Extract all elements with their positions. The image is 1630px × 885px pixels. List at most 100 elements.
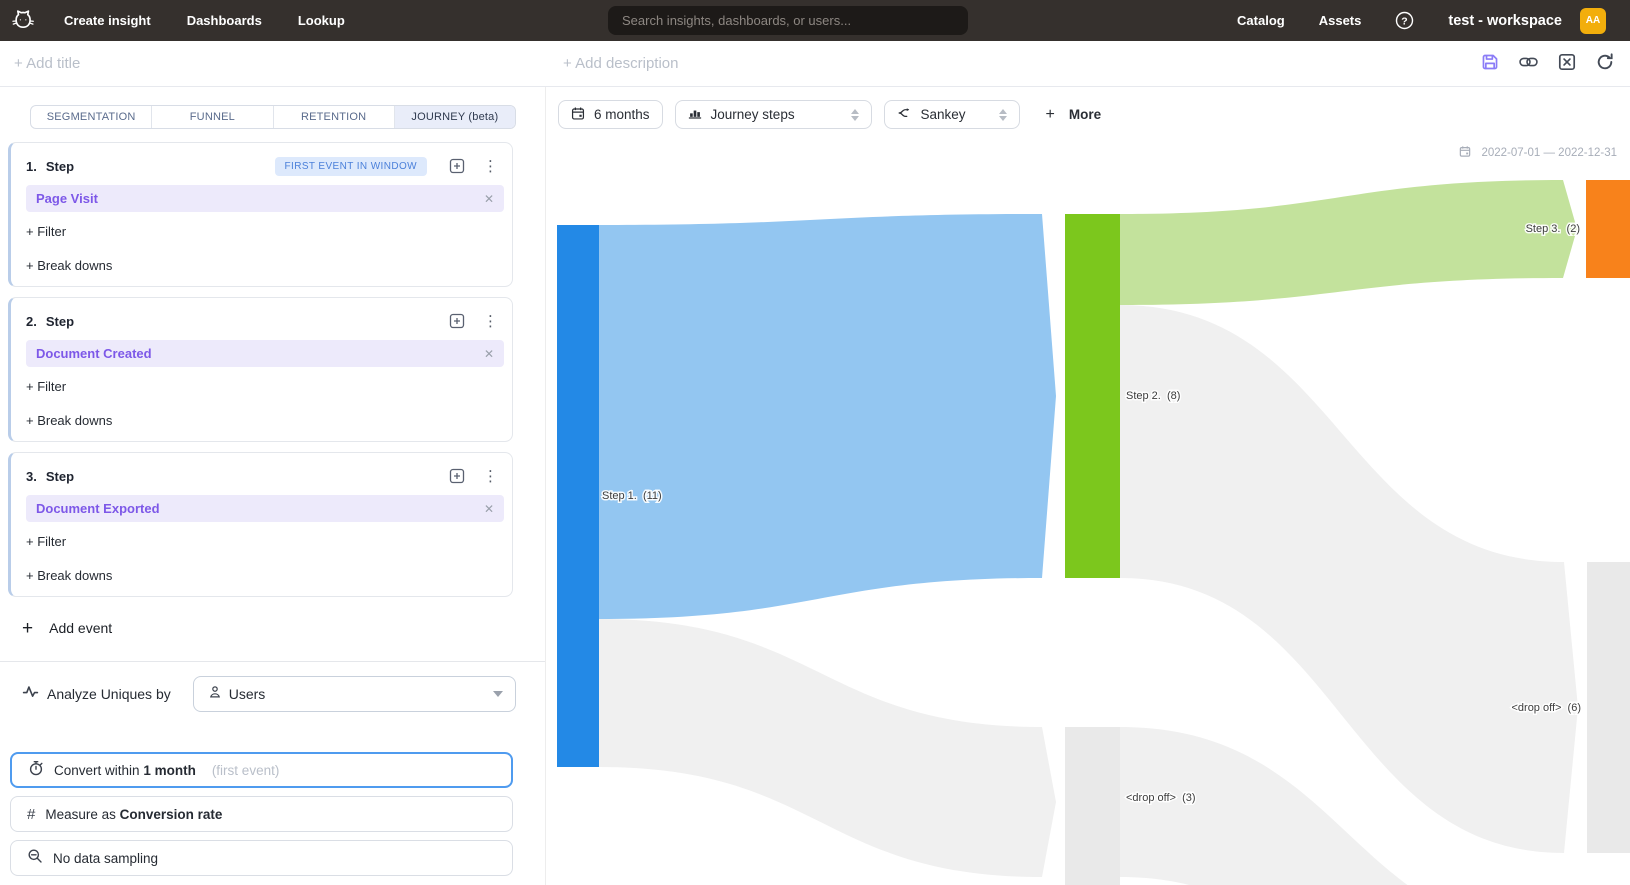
chevron-down-icon	[493, 691, 503, 697]
workspace-name[interactable]: test - workspace	[1448, 13, 1562, 29]
plus-icon: +	[22, 619, 33, 638]
sankey-label-dropoff-after-step2: <drop off> (6)	[1511, 702, 1581, 714]
convert-hint: (first event)	[212, 763, 280, 778]
sankey-node-step3[interactable]	[1586, 180, 1630, 278]
svg-text:?: ?	[1402, 15, 1408, 27]
analyze-label: Analyze Uniques by	[47, 686, 171, 702]
event-name: Document Created	[36, 346, 152, 361]
cat-logo-icon[interactable]	[8, 6, 38, 36]
insight-type-tabs: SEGMENTATION FUNNEL RETENTION JOURNEY (b…	[30, 105, 516, 129]
event-name: Document Exported	[36, 501, 160, 516]
date-period-button[interactable]: 6 months	[558, 100, 663, 129]
top-nav-right: Catalog Assets ? test - workspace AA	[1237, 8, 1630, 34]
sankey-node-step1[interactable]	[557, 225, 599, 767]
insight-actions	[1481, 53, 1614, 71]
step-card-header: 1. Step FIRST EVENT IN WINDOW ⋮	[26, 153, 504, 179]
first-event-badge: FIRST EVENT IN WINDOW	[275, 157, 427, 176]
metric-select[interactable]: Journey steps	[675, 100, 872, 129]
sankey-label-step1: Step 1. (11)	[602, 490, 662, 502]
add-step-icon[interactable]	[449, 468, 465, 484]
user-icon	[208, 685, 222, 704]
nav-catalog[interactable]: Catalog	[1237, 13, 1285, 28]
step-number: 2.	[26, 314, 37, 329]
tab-journey[interactable]: JOURNEY (beta)	[395, 106, 515, 128]
refresh-icon[interactable]	[1596, 53, 1614, 71]
tab-segmentation[interactable]: SEGMENTATION	[31, 106, 152, 128]
save-icon[interactable]	[1481, 53, 1499, 71]
sankey-icon	[897, 106, 912, 123]
measure-value: Conversion rate	[120, 807, 223, 822]
step-title: Step	[46, 314, 74, 329]
sampling-label: No data sampling	[53, 851, 158, 866]
nav-assets[interactable]: Assets	[1319, 13, 1362, 28]
convert-prefix: Convert within	[54, 763, 140, 778]
convert-value: 1 month	[143, 763, 196, 778]
app-window: Create insight Dashboards Lookup Catalog…	[0, 0, 1630, 885]
nav-lookup[interactable]: Lookup	[298, 13, 345, 28]
query-builder-panel: SEGMENTATION FUNNEL RETENTION JOURNEY (b…	[0, 87, 545, 885]
select-carets-icon	[851, 109, 859, 121]
avatar[interactable]: AA	[1580, 8, 1606, 34]
add-filter-button[interactable]: + Filter	[26, 528, 504, 554]
event-row[interactable]: Document Exported ✕	[26, 495, 504, 522]
step-card-header: 2. Step ⋮	[26, 308, 504, 334]
step-title: Step	[46, 469, 74, 484]
sankey-node-step2[interactable]	[1065, 214, 1120, 578]
sankey-label-step3: Step 3. (2)	[1526, 223, 1580, 235]
hash-icon: #	[27, 806, 35, 823]
remove-event-icon[interactable]: ✕	[484, 502, 494, 516]
event-row[interactable]: Document Created ✕	[26, 340, 504, 367]
nav-dashboards[interactable]: Dashboards	[187, 13, 262, 28]
insight-title-bar: + Add title + Add description	[0, 41, 1630, 87]
step-menu-icon[interactable]: ⋮	[483, 314, 498, 329]
conversion-window-control[interactable]: Convert within 1 month (first event)	[10, 752, 513, 788]
measure-prefix: Measure as	[45, 807, 116, 822]
sankey-node-dropoff-after-step1[interactable]	[1065, 727, 1120, 885]
analyze-row: Analyze Uniques by Users	[22, 676, 545, 712]
measure-as-control[interactable]: # Measure as Conversion rate	[10, 796, 513, 832]
nav-create-insight[interactable]: Create insight	[64, 13, 151, 28]
step-card-1: 1. Step FIRST EVENT IN WINDOW ⋮ Page Vis…	[8, 142, 513, 287]
tab-funnel[interactable]: FUNNEL	[152, 106, 273, 128]
add-filter-button[interactable]: + Filter	[26, 373, 504, 399]
sankey-link-step1-to-dropoff-after-step1[interactable]	[599, 619, 1056, 877]
search-input[interactable]	[608, 6, 968, 35]
stopwatch-icon	[28, 760, 44, 781]
add-step-icon[interactable]	[449, 158, 465, 174]
chart-type-select[interactable]: Sankey	[884, 100, 1020, 129]
step-title: Step	[46, 159, 74, 174]
sankey-node-dropoff-after-step2[interactable]	[1587, 562, 1630, 853]
step-menu-icon[interactable]: ⋮	[483, 469, 498, 484]
remove-event-icon[interactable]: ✕	[484, 192, 494, 206]
analyze-by-value: Users	[229, 686, 266, 702]
select-carets-icon	[999, 109, 1007, 121]
clear-icon[interactable]	[1558, 53, 1576, 71]
remove-event-icon[interactable]: ✕	[484, 347, 494, 361]
event-name: Page Visit	[36, 191, 98, 206]
add-breakdown-button[interactable]: + Break downs	[26, 252, 504, 278]
data-sampling-control[interactable]: No data sampling	[10, 840, 513, 876]
step-card-3: 3. Step ⋮ Document Exported ✕ + Filter +…	[8, 452, 513, 597]
step-menu-icon[interactable]: ⋮	[483, 159, 498, 174]
panel-divider	[0, 661, 545, 662]
tab-retention[interactable]: RETENTION	[274, 106, 395, 128]
more-options-button[interactable]: + More	[1046, 106, 1102, 124]
sankey-link-step2-to-step3[interactable]	[1120, 180, 1577, 305]
add-breakdown-button[interactable]: + Break downs	[26, 562, 504, 588]
help-icon[interactable]: ?	[1395, 11, 1414, 30]
add-event-button[interactable]: + Add event	[22, 617, 545, 639]
zoom-out-icon	[27, 848, 43, 869]
add-breakdown-button[interactable]: + Break downs	[26, 407, 504, 433]
sankey-chart: Step 1. (11)Step 2. (8)Step 3. (2)<drop …	[546, 140, 1630, 885]
add-title-button[interactable]: + Add title	[14, 55, 80, 72]
add-description-button[interactable]: + Add description	[563, 55, 679, 72]
event-row[interactable]: Page Visit ✕	[26, 185, 504, 212]
sankey-link-step1-to-step2[interactable]	[599, 214, 1056, 619]
primary-nav: Create insight Dashboards Lookup	[64, 13, 345, 28]
analyze-by-select[interactable]: Users	[193, 676, 516, 712]
link-icon[interactable]	[1519, 53, 1538, 71]
add-filter-button[interactable]: + Filter	[26, 218, 504, 244]
sankey-label-dropoff-after-step1: <drop off> (3)	[1126, 792, 1196, 804]
add-step-icon[interactable]	[449, 313, 465, 329]
step-number: 3.	[26, 469, 37, 484]
